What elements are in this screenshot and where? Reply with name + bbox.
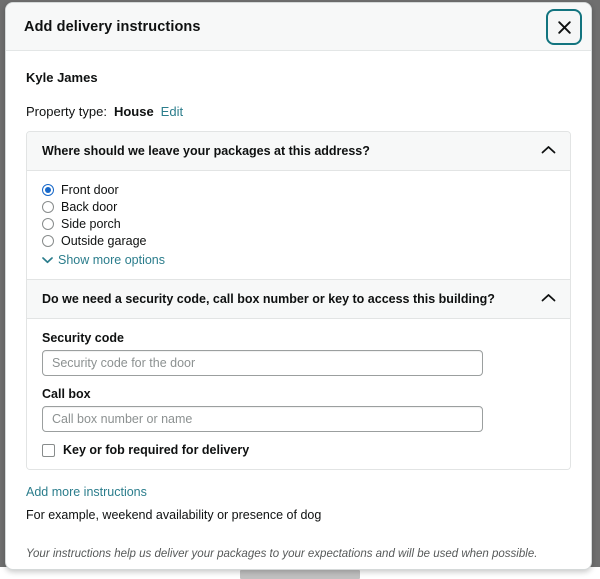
radio-indicator: [42, 201, 54, 213]
security-code-label: Security code: [42, 331, 124, 345]
radio-option-side-porch[interactable]: Side porch: [42, 217, 555, 231]
delivery-instructions-modal: Add delivery instructions Kyle James Pro…: [5, 2, 592, 570]
property-type-value: House: [113, 104, 154, 119]
section-building-access: Do we need a security code, call box num…: [26, 280, 571, 470]
radio-indicator: [42, 218, 54, 230]
section-building-access-title: Do we need a security code, call box num…: [42, 292, 495, 306]
section-packages-location-header[interactable]: Where should we leave your packages at t…: [27, 132, 570, 171]
recipient-name: Kyle James: [26, 70, 98, 85]
radio-option-outside-garage[interactable]: Outside garage: [42, 234, 555, 248]
footer-links: Add more instructions For example, weeke…: [26, 483, 571, 560]
section-packages-location-body: Front door Back door Side porch Outside …: [27, 171, 570, 279]
radio-option-label: Back door: [61, 200, 118, 214]
radio-option-label: Outside garage: [61, 234, 147, 248]
edit-property-type-link[interactable]: Edit: [161, 104, 183, 119]
section-packages-location: Where should we leave your packages at t…: [26, 131, 571, 280]
radio-indicator: [42, 184, 54, 196]
radio-option-label: Front door: [61, 183, 119, 197]
close-icon: [557, 20, 572, 35]
property-type-label: Property type:: [26, 104, 107, 119]
radio-option-back-door[interactable]: Back door: [42, 200, 555, 214]
show-more-options-label: Show more options: [58, 253, 166, 267]
modal-body: Kyle James Property type: House Edit Whe…: [6, 51, 591, 569]
radio-option-label: Side porch: [61, 217, 121, 231]
chevron-up-icon: [541, 290, 556, 308]
radio-indicator: [42, 235, 54, 247]
property-type-row: Property type: House Edit: [26, 104, 571, 119]
close-button[interactable]: [546, 9, 582, 45]
section-packages-location-title: Where should we leave your packages at t…: [42, 144, 370, 158]
show-more-options-link[interactable]: Show more options: [42, 253, 555, 267]
section-building-access-body: Security code Call box Key or fob requir…: [27, 319, 570, 469]
key-or-fob-checkbox[interactable]: [42, 443, 55, 457]
backdrop-ghost-text: [240, 570, 360, 579]
call-box-label: Call box: [42, 387, 91, 401]
chevron-up-icon: [541, 142, 556, 160]
chevron-down-icon: [42, 253, 53, 267]
key-or-fob-checkbox-row[interactable]: Key or fob required for delivery: [42, 443, 555, 457]
example-instructions-text: For example, weekend availability or pre…: [26, 508, 322, 522]
key-or-fob-label: Key or fob required for delivery: [63, 443, 250, 457]
security-code-input[interactable]: [42, 350, 483, 376]
security-code-field-block: Security code: [42, 331, 555, 376]
section-building-access-header[interactable]: Do we need a security code, call box num…: [27, 280, 570, 319]
page-title: Add delivery instructions: [24, 18, 201, 35]
instructions-disclaimer: Your instructions help us deliver your p…: [26, 548, 538, 560]
radio-option-front-door[interactable]: Front door: [42, 183, 555, 197]
add-more-instructions-link[interactable]: Add more instructions: [26, 485, 147, 499]
call-box-field-block: Call box: [42, 387, 555, 432]
modal-header: Add delivery instructions: [6, 3, 591, 51]
call-box-input[interactable]: [42, 406, 483, 432]
